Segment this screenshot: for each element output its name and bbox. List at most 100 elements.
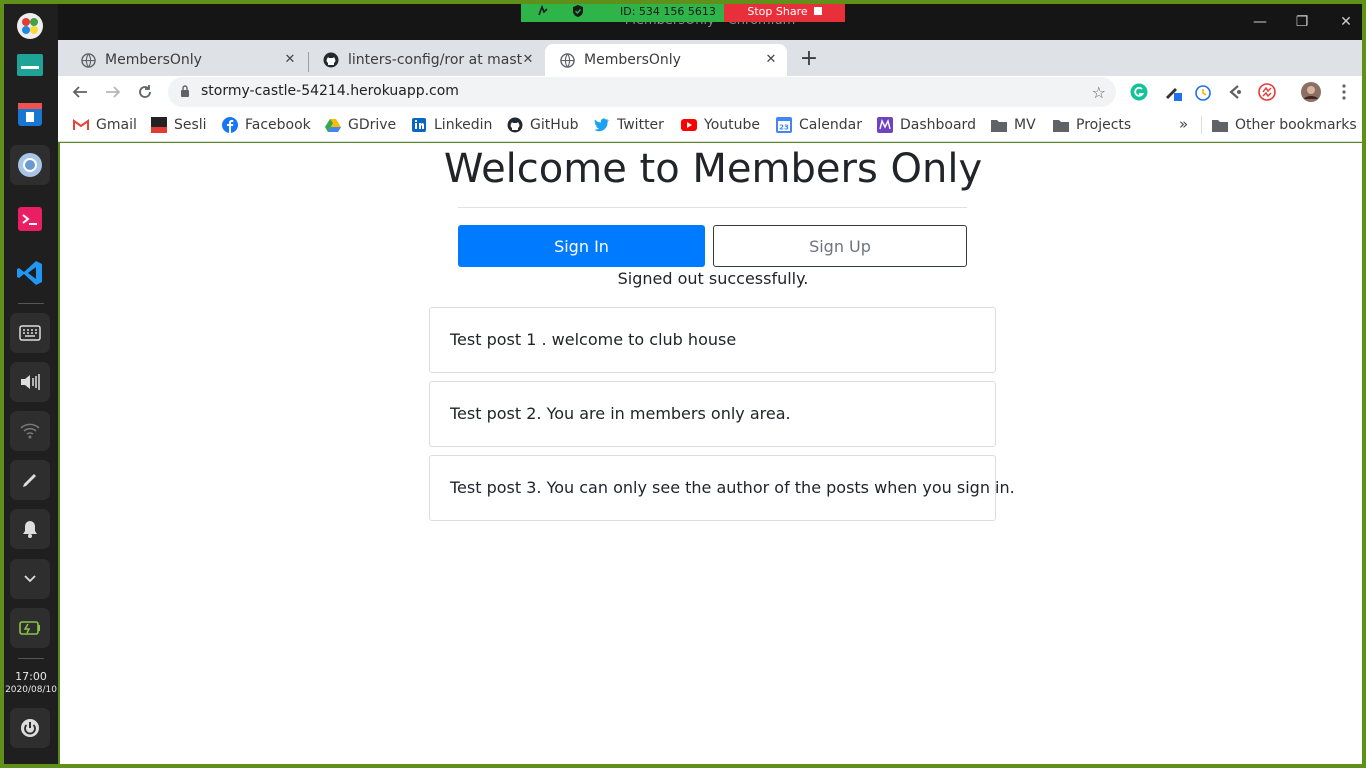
- bookmark-star-icon[interactable]: ☆: [1092, 83, 1106, 102]
- close-tab-icon[interactable]: ✕: [763, 52, 779, 68]
- address-bar[interactable]: stormy-castle-54214.herokuapp.com ☆: [168, 77, 1116, 107]
- back-icon[interactable]: [68, 80, 92, 104]
- dock-divider: [18, 658, 44, 659]
- calendar-icon: 23: [776, 117, 792, 133]
- share-info: ID: 534 156 5613: [521, 0, 724, 22]
- bookmark-sesli[interactable]: Sesli: [151, 116, 207, 134]
- files-app-icon[interactable]: [10, 45, 50, 85]
- github-icon: [507, 117, 523, 133]
- bookmark-dashboard[interactable]: Dashboard: [877, 116, 976, 134]
- dock-divider: [18, 303, 44, 304]
- bookmark-label: Dashboard: [900, 117, 976, 133]
- app-launcher-icon[interactable]: [10, 6, 50, 46]
- more-menu-icon[interactable]: [1334, 82, 1354, 102]
- back-arrow-extension-icon[interactable]: [1225, 82, 1245, 102]
- pen-icon[interactable]: [10, 460, 50, 500]
- bookmark-gmail[interactable]: Gmail: [73, 116, 137, 134]
- bookmark-folder-projects[interactable]: Projects: [1053, 116, 1131, 134]
- stop-share-button[interactable]: Stop Share: [724, 0, 845, 22]
- globe-icon: [80, 52, 96, 68]
- notifications-bell-icon[interactable]: [10, 509, 50, 549]
- signal-icon: [538, 5, 548, 16]
- app-dock: 17:00 2020/08/10: [4, 4, 58, 764]
- folder-icon: [1212, 117, 1228, 133]
- wifi-icon[interactable]: [10, 411, 50, 451]
- bookmark-linkedin[interactable]: Linkedin: [411, 116, 492, 134]
- clock-date: 2020/08/10: [5, 685, 57, 695]
- post-text: Test post 2. You are in members only are…: [450, 404, 791, 423]
- shield-icon: [573, 5, 583, 17]
- youtube-icon: [681, 117, 697, 133]
- store-app-icon[interactable]: [10, 94, 50, 134]
- bookmark-label: Calendar: [799, 117, 862, 133]
- new-tab-button[interactable]: +: [795, 46, 823, 74]
- clock-time: 17:00: [15, 670, 47, 683]
- folder-icon: [1053, 117, 1069, 133]
- svg-text:23: 23: [779, 124, 789, 132]
- flash-notice: Signed out successfully.: [617, 269, 809, 288]
- bookmark-twitter[interactable]: Twitter: [594, 116, 664, 134]
- tab-label: MembersOnly: [105, 52, 202, 68]
- bookmark-label: Gmail: [96, 117, 137, 133]
- bookmark-label: GDrive: [348, 117, 397, 133]
- bookmark-label: GitHub: [530, 117, 579, 133]
- close-tab-icon[interactable]: ✕: [282, 52, 298, 68]
- other-bookmarks-folder[interactable]: Other bookmarks: [1212, 116, 1357, 134]
- stop-icon: [813, 7, 822, 15]
- other-bookmarks-label: Other bookmarks: [1235, 117, 1357, 133]
- screen-share-bar: ID: 534 156 5613 Stop Share: [521, 0, 845, 22]
- profile-avatar[interactable]: [1301, 82, 1321, 102]
- keyboard-icon[interactable]: [10, 313, 50, 353]
- bookmark-label: Linkedin: [434, 117, 493, 133]
- bookmark-facebook[interactable]: Facebook: [222, 116, 311, 134]
- terminal-app-icon[interactable]: [10, 199, 50, 239]
- battery-icon[interactable]: [10, 608, 50, 648]
- page-content: Welcome to Members Only Sign In Sign Up …: [60, 143, 1362, 764]
- bookmark-calendar[interactable]: 23 Calendar: [776, 116, 862, 134]
- forward-icon[interactable]: [101, 80, 125, 104]
- share-id: ID: 534 156 5613: [620, 5, 716, 18]
- tab-strip: MembersOnly ✕ linters-config/ror at mast…: [58, 40, 1362, 76]
- bookmark-folder-mv[interactable]: MV: [991, 116, 1036, 134]
- volume-icon[interactable]: [10, 362, 50, 402]
- bookmark-gdrive[interactable]: GDrive: [325, 116, 396, 134]
- dashboard-icon: [877, 117, 893, 133]
- color-picker-icon[interactable]: [1163, 82, 1183, 102]
- tab-membersonly-active[interactable]: MembersOnly ✕: [545, 44, 787, 76]
- vscode-app-icon[interactable]: [10, 253, 50, 293]
- lastpass-icon[interactable]: [1257, 82, 1277, 102]
- tab-linters-config[interactable]: linters-config/ror at maste ✕: [309, 44, 544, 76]
- bookmark-youtube[interactable]: Youtube: [681, 116, 760, 134]
- post-text: Test post 1 . welcome to club house: [450, 330, 737, 349]
- grammarly-icon[interactable]: [1129, 82, 1149, 102]
- tab-membersonly-1[interactable]: MembersOnly ✕: [66, 44, 306, 76]
- lock-icon: [181, 85, 189, 97]
- reload-icon[interactable]: [133, 80, 157, 104]
- sign-up-button[interactable]: Sign Up: [713, 225, 967, 267]
- globe-icon: [559, 52, 575, 68]
- more-bookmarks-chevron-icon[interactable]: »: [1179, 115, 1188, 133]
- restore-icon[interactable]: ❐: [1290, 12, 1314, 32]
- timer-extension-icon[interactable]: [1193, 82, 1213, 102]
- linkedin-icon: [411, 117, 427, 133]
- bookmark-github[interactable]: GitHub: [507, 116, 579, 134]
- minimize-icon[interactable]: —: [1248, 12, 1272, 32]
- close-tab-icon[interactable]: ✕: [520, 52, 536, 68]
- browser-toolbar: stormy-castle-54214.herokuapp.com ☆: [58, 76, 1362, 108]
- sign-in-button[interactable]: Sign In: [458, 225, 705, 267]
- sesli-icon: [151, 117, 167, 133]
- bookmark-label: Facebook: [245, 117, 311, 133]
- folder-icon: [991, 117, 1007, 133]
- chromium-app-icon[interactable]: [10, 145, 50, 185]
- gmail-icon: [73, 117, 89, 133]
- post-card: Test post 3. You can only see the author…: [429, 455, 1015, 521]
- power-icon[interactable]: [10, 708, 50, 748]
- twitter-icon: [594, 117, 610, 133]
- post-card: Test post 1 . welcome to club house: [429, 307, 996, 373]
- chevron-down-icon[interactable]: [10, 559, 50, 599]
- stop-share-label: Stop Share: [747, 4, 808, 18]
- bookmarks-bar: Gmail Sesli Facebook GDrive Linkedin Git…: [58, 108, 1362, 142]
- github-icon: [323, 52, 339, 68]
- close-window-icon[interactable]: ✕: [1334, 12, 1358, 32]
- title-divider: [458, 207, 967, 208]
